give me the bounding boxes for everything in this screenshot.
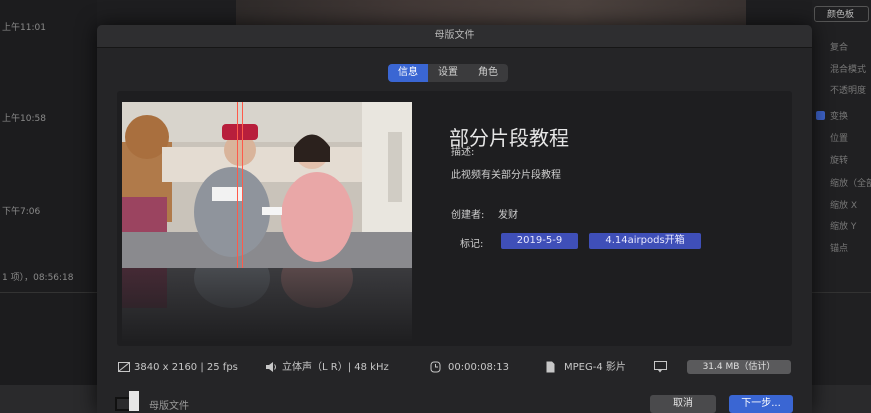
inspector-item[interactable]: 缩放（全部） bbox=[830, 176, 871, 189]
speaker-icon bbox=[266, 362, 276, 372]
tab-bar: 信息 设置 角色 bbox=[388, 64, 508, 82]
creator-field[interactable]: 发财 bbox=[498, 206, 518, 221]
inspector-item[interactable]: 复合 bbox=[830, 40, 848, 53]
tag-token[interactable]: 4.14airpods开箱 bbox=[589, 233, 701, 249]
color-board-header[interactable]: 颜色板 bbox=[814, 6, 869, 22]
browser-panel: 上午11:01 上午10:58 下午7:06 1 项），08:56:18 bbox=[0, 0, 97, 413]
inspector-item[interactable]: 位置 bbox=[830, 131, 848, 144]
inspector-item[interactable]: 变换 bbox=[830, 109, 848, 122]
inspector-item[interactable]: 缩放 X bbox=[830, 198, 857, 211]
cancel-button[interactable]: 取消 bbox=[650, 395, 716, 413]
tab-settings[interactable]: 设置 bbox=[428, 64, 468, 82]
divider bbox=[0, 292, 97, 293]
transform-checkbox[interactable] bbox=[816, 111, 825, 120]
divider bbox=[812, 292, 871, 293]
browser-status: 1 项），08:56:18 bbox=[2, 273, 74, 283]
inspector-item[interactable]: 锚点 bbox=[830, 241, 848, 254]
creator-label: 创建者: bbox=[451, 210, 485, 221]
thumbnail-reflection bbox=[122, 268, 412, 343]
inspector-item[interactable]: 旋转 bbox=[830, 153, 848, 166]
video-thumbnail bbox=[122, 102, 412, 268]
file-size-badge: 31.4 MB（估计） bbox=[687, 360, 791, 374]
format-info: MPEG-4 影片 bbox=[564, 362, 626, 373]
viewer-preview-strip bbox=[236, 0, 746, 28]
dialog-title: 母版文件 bbox=[97, 25, 812, 48]
resolution-info: 3840 x 2160 | 25 fps bbox=[134, 362, 238, 373]
inspector-item[interactable]: 混合模式 bbox=[830, 62, 866, 75]
document-icon bbox=[546, 361, 555, 373]
browser-time: 上午11:01 bbox=[2, 23, 46, 33]
duration-info: 00:00:08:13 bbox=[448, 362, 510, 373]
share-dialog: 母版文件 信息 设置 角色 部分片段教程 描述: 此视频有关部分片段教程 创建者… bbox=[97, 25, 812, 413]
inspector-panel: 颜色板 复合 混合模式 不透明度 变换 位置 旋转 缩放（全部） 缩放 X 缩放… bbox=[812, 0, 871, 413]
inspector-item[interactable]: 缩放 Y bbox=[830, 219, 856, 232]
comment-icon[interactable] bbox=[654, 361, 667, 373]
tab-roles[interactable]: 角色 bbox=[468, 64, 508, 82]
tags-label: 标记: bbox=[460, 239, 484, 250]
description-field[interactable]: 此视频有关部分片段教程 bbox=[451, 166, 561, 181]
inspector-item[interactable]: 不透明度 bbox=[830, 83, 866, 96]
description-label: 描述: bbox=[451, 147, 475, 158]
browser-time: 上午10:58 bbox=[2, 114, 46, 124]
destination-label: 母版文件 bbox=[149, 401, 189, 412]
audio-info: 立体声（L R）| 48 kHz bbox=[282, 362, 389, 373]
tag-token[interactable]: 2019-5-9 bbox=[501, 233, 578, 249]
clock-icon bbox=[430, 361, 441, 373]
display-icon bbox=[118, 362, 130, 372]
next-button[interactable]: 下一步... bbox=[729, 395, 793, 413]
browser-time: 下午7:06 bbox=[2, 207, 41, 217]
destination-device-icon bbox=[115, 391, 139, 411]
dialog-footer: 母版文件 取消 下一步... bbox=[97, 391, 812, 413]
tab-info[interactable]: 信息 bbox=[388, 64, 428, 82]
